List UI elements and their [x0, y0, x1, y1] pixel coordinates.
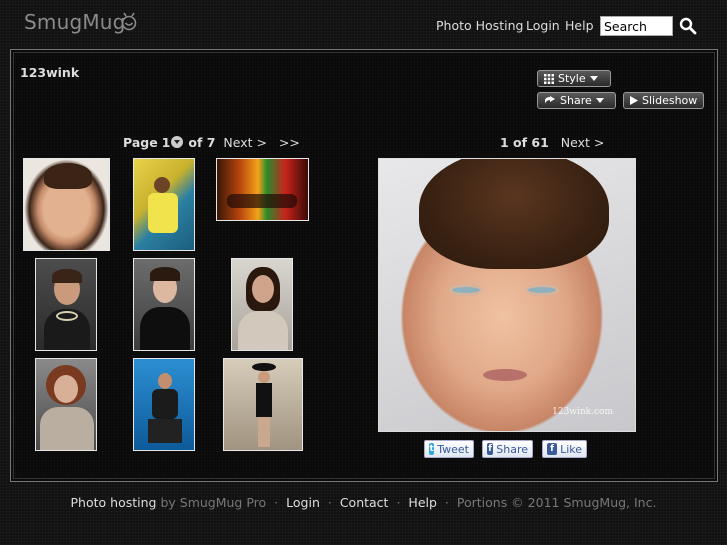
smugmug-logo[interactable]: SmugMug — [24, 10, 126, 34]
footer-help-link[interactable]: Help — [408, 495, 437, 510]
slideshow-button[interactable]: Slideshow — [623, 92, 704, 109]
facebook-icon: f — [547, 443, 558, 455]
page-dropdown-icon[interactable] — [171, 136, 184, 148]
footer-contact-link[interactable]: Contact — [340, 495, 389, 510]
thumbnail-8[interactable] — [133, 358, 195, 451]
page-total: of 7 — [188, 135, 216, 150]
style-button-label: Style — [558, 72, 586, 85]
footer-separator: · — [327, 495, 332, 510]
footer-separator: · — [274, 495, 279, 510]
facebook-share-button[interactable]: f Share — [482, 440, 533, 458]
main-photo[interactable]: 123wink.com — [378, 158, 636, 432]
footer-separator: · — [444, 495, 449, 510]
footer-copyright: Portions © 2011 SmugMug, Inc. — [456, 495, 657, 510]
chevron-down-icon — [595, 98, 604, 103]
footer-by-text: by SmugMug Pro — [160, 495, 267, 510]
page-word: Page — [123, 135, 158, 150]
slideshow-button-label: Slideshow — [642, 94, 698, 107]
thumbnail-2[interactable] — [133, 158, 195, 251]
thumbnail-3[interactable] — [216, 158, 309, 221]
like-label: Like — [560, 442, 582, 456]
nav-login[interactable]: Login — [526, 18, 560, 33]
thumbnail-5[interactable] — [133, 258, 195, 351]
thumbnail-4[interactable] — [35, 258, 97, 351]
photo-next-link[interactable]: Next > — [561, 135, 605, 150]
footer-login-link[interactable]: Login — [286, 495, 320, 510]
tweet-label: Tweet — [437, 442, 469, 456]
photo-position: 1 of 61 — [500, 135, 549, 150]
footer-separator: · — [396, 495, 401, 510]
thumbnail-pager: Page 1 of 7 Next > >> — [123, 135, 300, 150]
facebook-like-button[interactable]: f Like — [542, 440, 587, 458]
photo-pager: 1 of 61 Next > — [500, 135, 604, 150]
tweet-button[interactable]: t Tweet — [424, 440, 474, 458]
current-page: 1 — [161, 135, 171, 150]
footer: Photo hosting by SmugMug Pro · Login · C… — [0, 495, 727, 510]
smugmug-face-icon — [121, 12, 137, 31]
thumb-last-link[interactable]: >> — [279, 135, 300, 150]
thumbnail-9[interactable] — [223, 358, 303, 451]
share-label: Share — [496, 442, 528, 456]
share-button-label: Share — [560, 94, 592, 107]
nav-help[interactable]: Help — [565, 18, 594, 33]
twitter-bird-icon: t — [429, 443, 435, 455]
share-button[interactable]: Share — [537, 92, 616, 109]
chevron-down-icon — [589, 76, 598, 81]
share-icon — [545, 95, 555, 104]
gallery-title: 123wink — [20, 65, 80, 80]
search-input[interactable] — [600, 16, 673, 36]
thumbnail-1[interactable] — [23, 158, 110, 251]
thumb-next-link[interactable]: Next > — [223, 135, 267, 150]
search-icon[interactable] — [679, 17, 697, 35]
facebook-icon: f — [487, 443, 494, 455]
style-button[interactable]: Style — [537, 70, 611, 87]
play-icon — [630, 96, 638, 105]
grid-icon — [544, 73, 554, 84]
thumbnail-7[interactable] — [35, 358, 97, 451]
thumbnail-6[interactable] — [231, 258, 293, 351]
footer-photo-hosting-link[interactable]: Photo hosting — [71, 495, 157, 510]
nav-photo-hosting[interactable]: Photo Hosting — [436, 18, 523, 33]
photo-watermark: 123wink.com — [552, 407, 613, 417]
